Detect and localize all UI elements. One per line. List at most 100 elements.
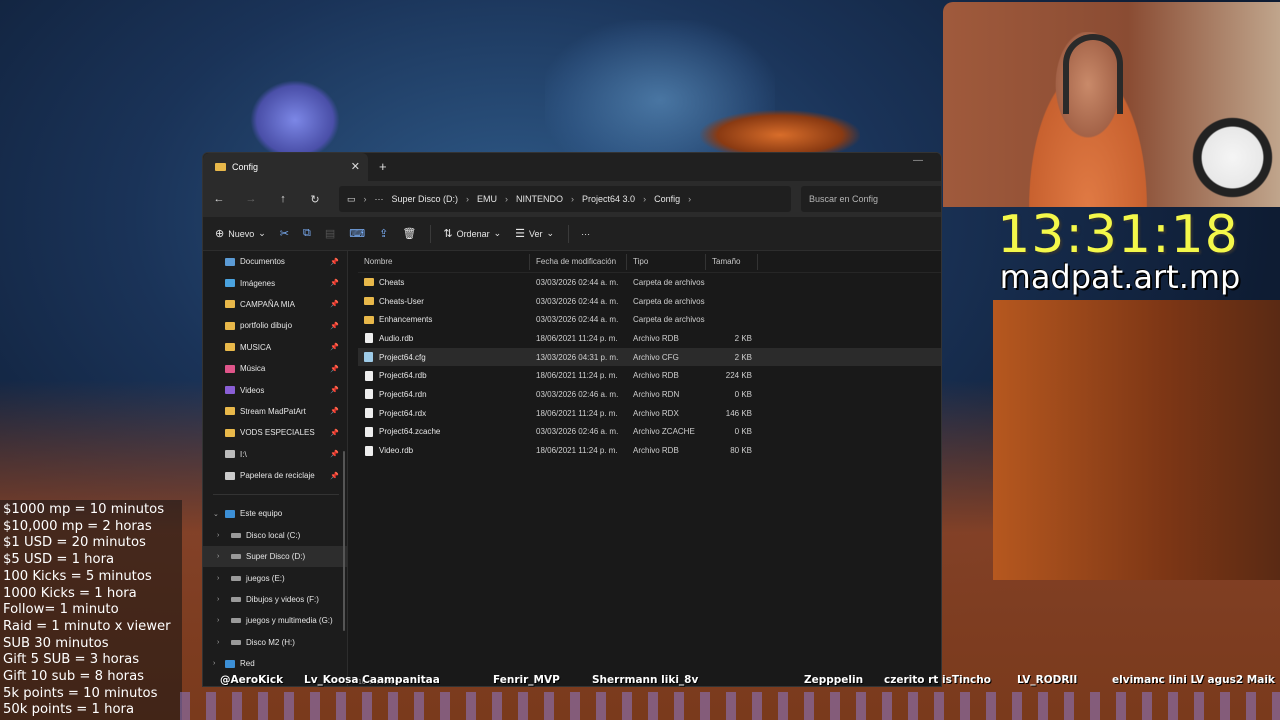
file-date: 18/06/2021 11:24 p. m. bbox=[536, 446, 618, 456]
chevron-right-icon: › bbox=[688, 194, 692, 204]
chevron-right-icon[interactable]: › bbox=[217, 617, 219, 624]
nav-item-label: Red bbox=[240, 659, 255, 669]
nav-item[interactable]: Stream MadPatArt 📌 bbox=[203, 401, 347, 422]
nav-item-drive[interactable]: › juegos (E:) bbox=[203, 567, 347, 588]
nav-item[interactable]: portfolio dibujo 📌 bbox=[203, 315, 347, 336]
tab-config[interactable]: Config ✕ bbox=[203, 153, 368, 181]
refresh-icon[interactable]: ↻ bbox=[299, 193, 331, 206]
search-input[interactable]: Buscar en Config bbox=[801, 186, 941, 212]
nav-item[interactable]: I:\ 📌 bbox=[203, 444, 347, 465]
up-arrow-icon[interactable]: ↑ bbox=[267, 193, 299, 205]
file-type: Carpeta de archivos bbox=[633, 315, 705, 325]
nav-item[interactable]: MUSICA 📌 bbox=[203, 337, 347, 358]
paste-button[interactable]: ▤ bbox=[325, 227, 335, 240]
file-row[interactable]: Video.rdb 18/06/2021 11:24 p. m. Archivo R… bbox=[358, 441, 941, 460]
file-row[interactable]: Project64.zcache 03/03/2026 02:46 a. m. Ar… bbox=[358, 423, 941, 442]
file-icon bbox=[365, 389, 373, 400]
file-type: Carpeta de archivos bbox=[633, 296, 705, 306]
breadcrumb-item[interactable]: Project64 3.0 bbox=[582, 194, 635, 204]
file-size: 224 KB bbox=[725, 371, 752, 381]
overflow-icon[interactable]: ··· bbox=[375, 194, 384, 204]
nav-item[interactable]: CAMPAÑA MIA 📌 bbox=[203, 294, 347, 315]
pin-icon: 📌 bbox=[330, 451, 339, 459]
stream-handle: madpat.art.mp bbox=[999, 258, 1241, 296]
new-tab-button[interactable]: + bbox=[379, 159, 387, 174]
file-row[interactable]: Cheats-User 03/03/2026 02:44 a. m. Carpeta… bbox=[358, 292, 941, 311]
new-button[interactable]: ⊕ Nuevo ⌄ bbox=[215, 227, 266, 240]
file-date: 13/03/2026 04:31 p. m. bbox=[536, 352, 619, 362]
nav-item[interactable]: Música 📌 bbox=[203, 358, 347, 379]
nav-item-drive[interactable]: › Super Disco (D:) bbox=[203, 546, 347, 568]
breadcrumb-item[interactable]: EMU bbox=[477, 194, 497, 204]
file-name: Cheats bbox=[379, 277, 405, 287]
file-row[interactable]: Project64.rdx 18/06/2021 11:24 p. m. Archi… bbox=[358, 404, 941, 423]
pin-icon: 📌 bbox=[330, 258, 339, 266]
column-header: Nombre Fecha de modificación Tipo Tamaño bbox=[358, 251, 941, 273]
chevron-right-icon[interactable]: › bbox=[217, 575, 219, 582]
rule-line: $1 USD = 20 minutos bbox=[3, 535, 146, 551]
back-arrow-icon[interactable]: ← bbox=[203, 193, 235, 205]
sort-label: Ordenar bbox=[456, 228, 490, 239]
column-date[interactable]: Fecha de modificación bbox=[530, 253, 627, 270]
folder-icon bbox=[225, 428, 235, 437]
file-row[interactable]: Cheats 03/03/2026 02:44 a. m. Carpeta de a… bbox=[358, 273, 941, 292]
nav-item-label: Documentos bbox=[240, 257, 285, 267]
nav-divider bbox=[213, 494, 339, 496]
breadcrumb[interactable]: ▭ › ··· Super Disco (D:) › EMU › NINTEND… bbox=[339, 186, 791, 212]
drive-icon bbox=[231, 575, 241, 581]
sort-button[interactable]: ⇅ Ordenar ⌄ bbox=[443, 227, 501, 240]
breadcrumb-item[interactable]: Super Disco (D:) bbox=[392, 194, 459, 204]
rule-line: $10,000 mp = 2 horas bbox=[3, 518, 152, 534]
minimize-button[interactable]: — bbox=[913, 155, 923, 166]
nav-item[interactable]: VODS ESPECIALES 📌 bbox=[203, 422, 347, 443]
copy-button[interactable]: ⧉ bbox=[303, 227, 311, 240]
view-button[interactable]: ☰ Ver ⌄ bbox=[515, 227, 554, 240]
nav-item[interactable]: Documentos 📌 bbox=[203, 251, 347, 272]
file-row[interactable]: Project64.rdb 18/06/2021 11:24 p. m. Archi… bbox=[358, 366, 941, 385]
column-size[interactable]: Tamaño bbox=[706, 253, 758, 270]
file-row[interactable]: Enhancements 03/03/2026 02:44 a. m. Carpet… bbox=[358, 310, 941, 329]
cut-button[interactable]: ✂ bbox=[280, 227, 289, 240]
nav-item-this-pc[interactable]: ⌄ Este equipo bbox=[203, 503, 347, 524]
chevron-right-icon[interactable]: › bbox=[217, 596, 219, 603]
column-type[interactable]: Tipo bbox=[627, 253, 706, 270]
nav-scrollbar[interactable] bbox=[343, 451, 345, 631]
chevron-right-icon: › bbox=[466, 194, 470, 204]
nav-item[interactable]: Videos 📌 bbox=[203, 379, 347, 400]
file-date: 03/03/2026 02:46 a. m. bbox=[536, 389, 619, 399]
delete-button[interactable]: 🗑 bbox=[402, 227, 416, 240]
file-row[interactable]: Project64.cfg 13/03/2026 04:31 p. m. Archi… bbox=[358, 347, 941, 367]
file-icon bbox=[365, 370, 373, 381]
chevron-right-icon[interactable]: › bbox=[217, 639, 219, 646]
nav-item-drive[interactable]: › Disco M2 (H:) bbox=[203, 632, 347, 653]
close-tab-icon[interactable]: ✕ bbox=[351, 160, 360, 173]
file-row[interactable]: Audio.rdb 18/06/2021 11:24 p. m. Archivo R… bbox=[358, 329, 941, 348]
monitor-icon[interactable]: ▭ bbox=[347, 194, 356, 205]
nav-item-label: Super Disco (D:) bbox=[246, 552, 306, 562]
file-name-cell: Cheats-User bbox=[358, 297, 530, 306]
nav-item-drive[interactable]: › Disco local (C:) bbox=[203, 525, 347, 546]
file-name-cell: Project64.rdx bbox=[358, 408, 530, 419]
chat-username: Zepppelin bbox=[804, 674, 864, 686]
chevron-right-icon[interactable]: › bbox=[217, 532, 219, 539]
chat-username: elvimanc lini LV agus2 Maik bbox=[1112, 674, 1275, 686]
more-options-button[interactable]: ··· bbox=[581, 229, 590, 239]
file-row[interactable]: Project64.rdn 03/03/2026 02:46 a. m. Archi… bbox=[358, 385, 941, 404]
rename-button[interactable]: ⌨ bbox=[349, 227, 365, 240]
chat-username: LV_RODRII bbox=[1017, 674, 1078, 686]
nav-item[interactable]: Papelera de reciclaje 📌 bbox=[203, 465, 347, 486]
nav-item[interactable]: Imágenes 📌 bbox=[203, 272, 347, 293]
nav-item-drive[interactable]: › juegos y multimedia (G:) bbox=[203, 610, 347, 631]
chevron-down-icon: ⌄ bbox=[493, 228, 502, 238]
share-button[interactable]: ⇪ bbox=[379, 227, 388, 240]
chevron-right-icon[interactable]: › bbox=[213, 660, 215, 667]
forward-arrow-icon[interactable]: → bbox=[235, 193, 267, 205]
breadcrumb-item[interactable]: NINTENDO bbox=[516, 194, 563, 204]
chevron-down-icon[interactable]: ⌄ bbox=[213, 510, 219, 518]
breadcrumb-item[interactable]: Config bbox=[654, 194, 680, 204]
chevron-right-icon[interactable]: › bbox=[217, 553, 219, 560]
column-name[interactable]: Nombre bbox=[358, 253, 530, 270]
nav-item-drive[interactable]: › Dibujos y videos (F:) bbox=[203, 589, 347, 610]
folder-icon bbox=[364, 278, 374, 287]
rule-line: Gift 10 sub = 8 horas bbox=[3, 669, 145, 685]
